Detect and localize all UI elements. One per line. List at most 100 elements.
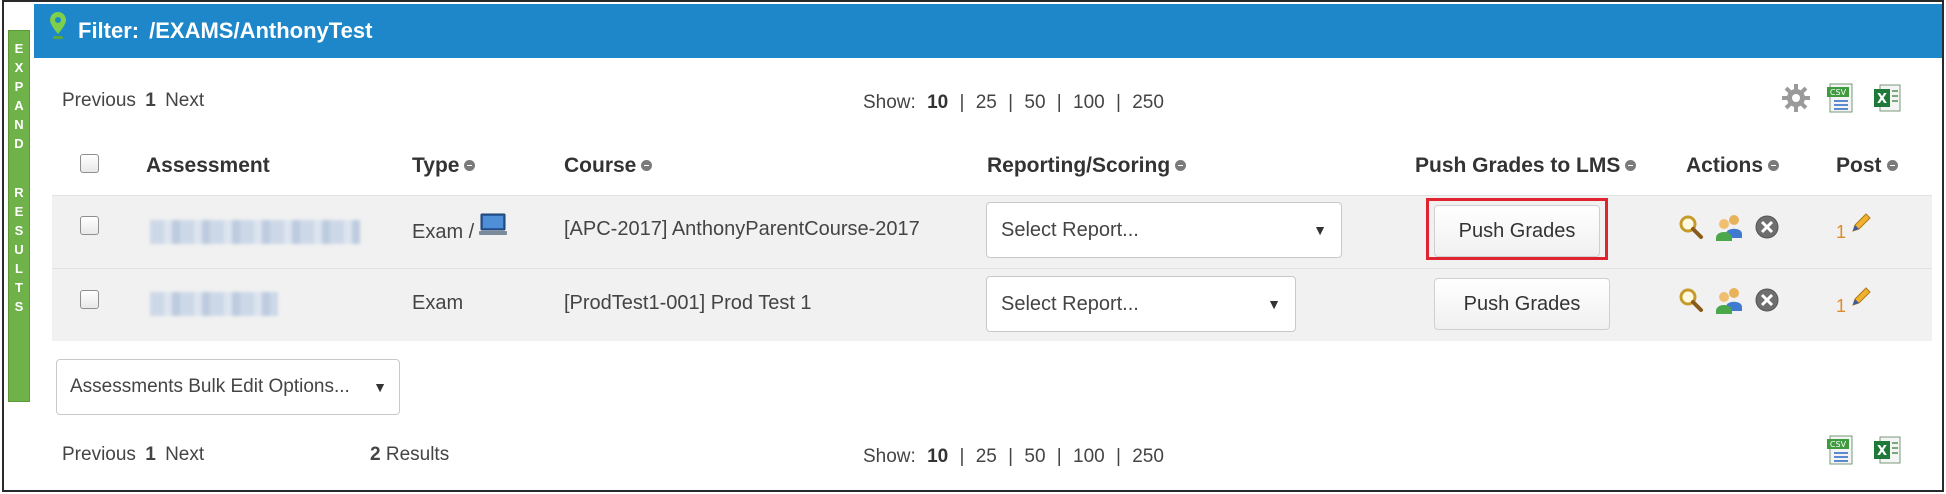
svg-text:CSV: CSV	[1830, 440, 1847, 449]
page-size-selector-bottom: Show: 10 | 25 | 50 | 100 | 250	[860, 446, 1167, 468]
sort-icon[interactable]	[1768, 159, 1780, 171]
page-size-100[interactable]: 100	[1073, 446, 1105, 467]
column-header-type[interactable]: Type	[412, 154, 476, 178]
header-label: Actions	[1686, 154, 1764, 177]
show-label: Show:	[863, 92, 916, 113]
tab-letter: R	[14, 185, 24, 200]
column-header-push-grades[interactable]: Push Grades to LMS	[1415, 154, 1637, 178]
page-size-current: 10	[927, 92, 949, 113]
results-number: 2	[370, 444, 381, 465]
report-select[interactable]: Select Report... ▼	[986, 202, 1342, 258]
svg-text:CSV: CSV	[1830, 88, 1847, 97]
export-tools-top: CSV X	[1780, 82, 1904, 114]
report-select[interactable]: Select Report... ▼	[986, 276, 1296, 332]
row-actions	[1678, 212, 1780, 242]
current-page: 1	[145, 90, 156, 111]
page-size-50[interactable]: 50	[1024, 446, 1045, 467]
tab-letter: X	[14, 60, 24, 75]
separator: |	[1116, 92, 1121, 113]
column-header-post[interactable]: Post	[1836, 154, 1898, 178]
push-grades-label: Push Grades	[1463, 292, 1581, 315]
svg-text:X: X	[1877, 444, 1887, 459]
page-size-50[interactable]: 50	[1024, 92, 1045, 113]
magnifier-icon[interactable]	[1678, 214, 1704, 240]
course-cell: [APC-2017] AnthonyParentCourse-2017	[564, 218, 920, 240]
next-link[interactable]: Next	[165, 444, 204, 465]
gear-icon[interactable]	[1780, 82, 1812, 114]
svg-text:X: X	[1877, 92, 1887, 107]
header-label: Course	[564, 154, 637, 177]
sort-icon[interactable]	[464, 159, 476, 171]
separator: |	[1056, 446, 1062, 467]
separator: |	[959, 446, 965, 467]
expand-results-tab[interactable]: E X P A N D R E S U L T S	[8, 30, 30, 402]
assessment-name-redacted[interactable]	[150, 292, 278, 316]
computer-icon	[479, 213, 507, 235]
next-link[interactable]: Next	[165, 90, 204, 111]
row-actions	[1678, 285, 1780, 315]
map-pin-icon	[50, 12, 66, 39]
csv-export-icon[interactable]: CSV	[1826, 434, 1858, 466]
separator: |	[1008, 446, 1014, 467]
tab-letter: E	[14, 41, 24, 56]
tab-letter: S	[14, 299, 24, 314]
page-size-25[interactable]: 25	[976, 92, 997, 113]
users-icon[interactable]	[1714, 285, 1744, 315]
type-label: Exam /	[412, 221, 475, 243]
excel-export-icon[interactable]: X	[1872, 82, 1904, 114]
pager-bottom: Previous 1 Next	[62, 444, 204, 466]
post-count: 1	[1836, 222, 1847, 242]
pager-top: Previous 1 Next	[62, 90, 204, 112]
previous-link[interactable]: Previous	[62, 444, 136, 465]
chevron-down-icon: ▼	[373, 379, 387, 395]
page-size-100[interactable]: 100	[1073, 92, 1105, 113]
tab-letter: T	[15, 280, 23, 295]
bulk-edit-select[interactable]: Assessments Bulk Edit Options... ▼	[56, 359, 400, 415]
csv-export-icon[interactable]: CSV	[1826, 82, 1858, 114]
column-header-reporting[interactable]: Reporting/Scoring	[987, 154, 1187, 178]
pencil-icon[interactable]	[1850, 212, 1872, 234]
filter-label: Filter:	[78, 18, 140, 43]
assessment-name-redacted[interactable]	[150, 220, 360, 244]
excel-export-icon[interactable]: X	[1872, 434, 1904, 466]
post-count: 1	[1836, 296, 1847, 316]
filter-path: /EXAMS/AnthonyTest	[149, 18, 373, 43]
tab-letter: L	[15, 261, 23, 276]
course-cell: [ProdTest1-001] Prod Test 1	[564, 292, 812, 314]
column-header-actions[interactable]: Actions	[1686, 154, 1780, 178]
page-size-selector-top: Show: 10 | 25 | 50 | 100 | 250	[860, 92, 1167, 114]
tab-letter: S	[14, 223, 24, 238]
sort-icon[interactable]	[1886, 159, 1898, 171]
type-cell: Exam	[412, 292, 464, 314]
results-label: Results	[385, 444, 450, 465]
page-size-25[interactable]: 25	[976, 446, 997, 467]
select-all-checkbox[interactable]	[80, 154, 99, 173]
show-label: Show:	[863, 446, 916, 467]
separator: |	[1056, 92, 1062, 113]
tab-letter: E	[14, 204, 24, 219]
delete-circle-icon[interactable]	[1754, 287, 1780, 313]
type-cell: Exam /	[412, 221, 474, 244]
sort-icon[interactable]	[641, 159, 653, 171]
magnifier-icon[interactable]	[1678, 287, 1704, 313]
row-checkbox[interactable]	[80, 290, 99, 309]
row-checkbox[interactable]	[80, 216, 99, 235]
header-label: Push Grades to LMS	[1415, 154, 1621, 177]
current-page: 1	[145, 444, 156, 465]
column-header-assessment[interactable]: Assessment	[146, 154, 270, 178]
separator: |	[1008, 92, 1014, 113]
page-size-250[interactable]: 250	[1132, 446, 1164, 467]
pencil-icon[interactable]	[1850, 286, 1872, 308]
sort-icon[interactable]	[1175, 159, 1187, 171]
delete-circle-icon[interactable]	[1754, 214, 1780, 240]
sort-icon[interactable]	[1625, 159, 1637, 171]
header-label: Type	[412, 154, 460, 177]
column-header-course[interactable]: Course	[564, 154, 653, 178]
users-icon[interactable]	[1714, 212, 1744, 242]
tab-letter: N	[14, 117, 24, 132]
push-grades-button[interactable]: Push Grades	[1434, 278, 1610, 330]
header-label: Post	[1836, 154, 1882, 177]
tab-letter: P	[14, 79, 24, 94]
page-size-250[interactable]: 250	[1132, 92, 1164, 113]
previous-link[interactable]: Previous	[62, 90, 136, 111]
